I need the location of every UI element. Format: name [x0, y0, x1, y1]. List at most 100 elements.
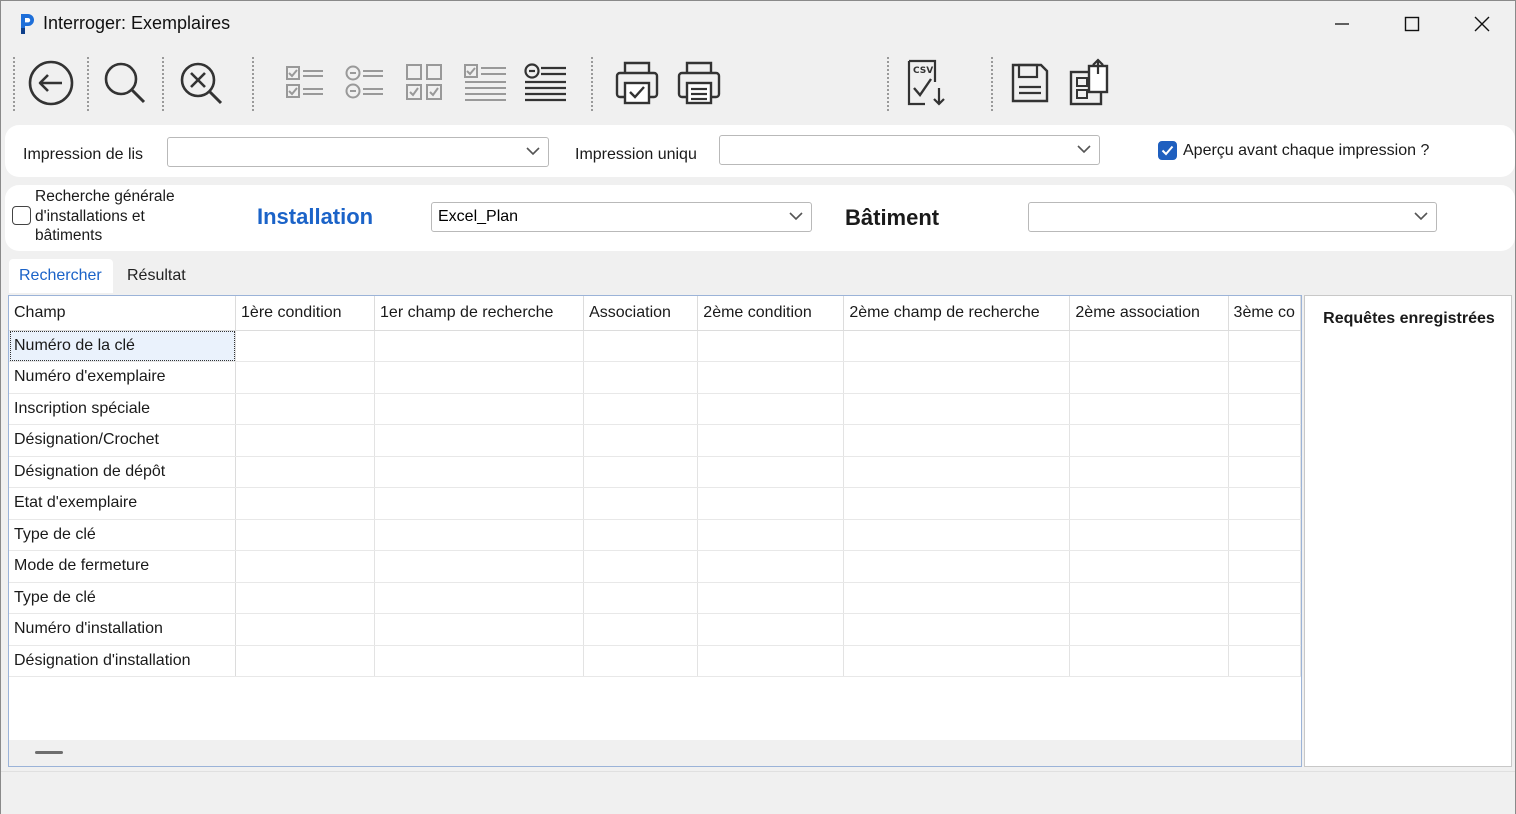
column-header[interactable]: Association: [583, 296, 699, 331]
field-name-cell[interactable]: Numéro de la clé: [9, 330, 237, 362]
column-header[interactable]: 3ème co: [1228, 296, 1301, 331]
condition-cell[interactable]: [583, 613, 699, 646]
radio-list-button[interactable]: [339, 53, 391, 113]
field-name-cell[interactable]: Etat d'exemplaire: [9, 487, 237, 520]
back-button[interactable]: [21, 53, 81, 113]
check-lines-button[interactable]: [459, 53, 511, 113]
table-row[interactable]: Numéro d'installation: [9, 613, 1301, 646]
condition-cell[interactable]: [374, 361, 585, 394]
condition-cell[interactable]: [235, 519, 376, 551]
condition-cell[interactable]: [374, 550, 585, 583]
condition-cell[interactable]: [1228, 393, 1301, 425]
condition-cell[interactable]: [374, 456, 585, 488]
print-list-button[interactable]: [671, 53, 727, 113]
condition-cell[interactable]: [1228, 550, 1301, 583]
condition-cell[interactable]: [1228, 424, 1301, 457]
search-grid[interactable]: Champ 1ère condition 1er champ de recher…: [8, 295, 1302, 767]
condition-cell[interactable]: [583, 550, 699, 583]
checkbox-grid-button[interactable]: [399, 53, 451, 113]
print-checked-button[interactable]: [609, 53, 665, 113]
condition-cell[interactable]: [843, 330, 1071, 362]
field-name-cell[interactable]: Mode de fermeture: [9, 550, 237, 583]
column-header[interactable]: 1ère condition: [235, 296, 376, 331]
condition-cell[interactable]: [235, 645, 376, 677]
column-header[interactable]: Champ: [9, 296, 237, 331]
condition-cell[interactable]: [235, 613, 376, 646]
condition-cell[interactable]: [697, 645, 845, 677]
condition-cell[interactable]: [843, 613, 1071, 646]
general-search-checkbox[interactable]: [12, 206, 31, 225]
title-bar[interactable]: Interroger: Exemplaires: [1, 1, 1515, 47]
condition-cell[interactable]: [697, 424, 845, 457]
table-row[interactable]: Etat d'exemplaire: [9, 487, 1301, 520]
field-name-cell[interactable]: Inscription spéciale: [9, 393, 237, 425]
table-row[interactable]: Mode de fermeture: [9, 550, 1301, 583]
condition-cell[interactable]: [843, 487, 1071, 520]
condition-cell[interactable]: [583, 424, 699, 457]
table-row[interactable]: Désignation/Crochet: [9, 424, 1301, 457]
installation-dropdown[interactable]: Excel_Plan: [431, 202, 812, 232]
condition-cell[interactable]: [583, 487, 699, 520]
condition-cell[interactable]: [235, 487, 376, 520]
column-header[interactable]: 2ème champ de recherche: [843, 296, 1071, 331]
condition-cell[interactable]: [235, 424, 376, 457]
condition-cell[interactable]: [1069, 550, 1229, 583]
table-row[interactable]: Type de clé: [9, 582, 1301, 614]
condition-cell[interactable]: [583, 456, 699, 488]
condition-cell[interactable]: [235, 361, 376, 394]
print-single-dropdown[interactable]: [719, 135, 1100, 165]
table-row[interactable]: Désignation de dépôt: [9, 456, 1301, 488]
condition-cell[interactable]: [1228, 361, 1301, 394]
condition-cell[interactable]: [843, 424, 1071, 457]
condition-cell[interactable]: [1228, 519, 1301, 551]
radio-lines-button[interactable]: [519, 53, 571, 113]
condition-cell[interactable]: [843, 393, 1071, 425]
condition-cell[interactable]: [1069, 330, 1229, 362]
condition-cell[interactable]: [843, 550, 1071, 583]
clear-search-button[interactable]: [171, 53, 231, 113]
field-name-cell[interactable]: Numéro d'installation: [9, 613, 237, 646]
table-row[interactable]: Numéro d'exemplaire: [9, 361, 1301, 394]
condition-cell[interactable]: [697, 361, 845, 394]
condition-cell[interactable]: [583, 361, 699, 394]
condition-cell[interactable]: [697, 330, 845, 362]
condition-cell[interactable]: [1228, 645, 1301, 677]
condition-cell[interactable]: [583, 393, 699, 425]
condition-cell[interactable]: [374, 519, 585, 551]
condition-cell[interactable]: [374, 424, 585, 457]
condition-cell[interactable]: [843, 456, 1071, 488]
condition-cell[interactable]: [697, 582, 845, 614]
column-header[interactable]: 1er champ de recherche: [374, 296, 585, 331]
condition-cell[interactable]: [1069, 456, 1229, 488]
condition-cell[interactable]: [843, 361, 1071, 394]
condition-cell[interactable]: [374, 582, 585, 614]
preview-checkbox[interactable]: [1158, 141, 1177, 160]
column-header[interactable]: 2ème condition: [697, 296, 845, 331]
condition-cell[interactable]: [1069, 487, 1229, 520]
condition-cell[interactable]: [374, 613, 585, 646]
condition-cell[interactable]: [235, 393, 376, 425]
condition-cell[interactable]: [843, 645, 1071, 677]
minimize-button[interactable]: [1307, 1, 1377, 47]
saved-queries-panel[interactable]: Requêtes enregistrées: [1304, 295, 1512, 767]
condition-cell[interactable]: [374, 645, 585, 677]
field-name-cell[interactable]: Type de clé: [9, 519, 237, 551]
field-name-cell[interactable]: Type de clé: [9, 582, 237, 614]
field-name-cell[interactable]: Désignation/Crochet: [9, 424, 237, 457]
condition-cell[interactable]: [1228, 330, 1301, 362]
condition-cell[interactable]: [1069, 424, 1229, 457]
condition-cell[interactable]: [374, 487, 585, 520]
condition-cell[interactable]: [235, 582, 376, 614]
table-row[interactable]: Type de clé: [9, 519, 1301, 551]
column-header[interactable]: 2ème association: [1069, 296, 1229, 331]
condition-cell[interactable]: [1069, 361, 1229, 394]
condition-cell[interactable]: [843, 519, 1071, 551]
table-row[interactable]: Désignation d'installation: [9, 645, 1301, 677]
condition-cell[interactable]: [843, 582, 1071, 614]
building-dropdown[interactable]: [1028, 202, 1437, 232]
save-button[interactable]: [1001, 53, 1057, 113]
maximize-button[interactable]: [1377, 1, 1447, 47]
condition-cell[interactable]: [583, 519, 699, 551]
condition-cell[interactable]: [697, 519, 845, 551]
condition-cell[interactable]: [1228, 487, 1301, 520]
